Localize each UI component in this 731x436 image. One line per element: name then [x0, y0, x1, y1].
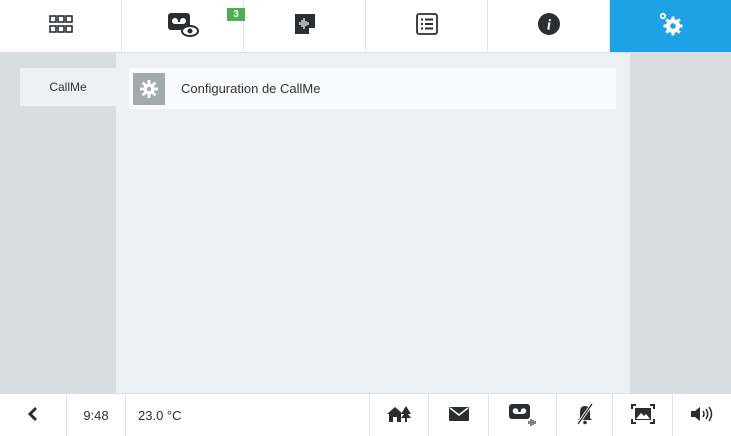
sidebar-item-callme[interactable]: CallMe: [20, 68, 116, 106]
settings-gear-icon: [658, 11, 684, 42]
voicemail-audio-button[interactable]: [489, 394, 557, 436]
speaker-icon: [690, 406, 714, 425]
unread-count-badge: 3: [227, 8, 245, 21]
tab-voicemail-messages[interactable]: 3: [122, 0, 245, 52]
list-icon: [415, 12, 438, 40]
voicemail-view-icon: [166, 10, 200, 43]
mail-icon: [448, 406, 469, 424]
status-bar: 9:48 23.0 °C: [0, 393, 731, 436]
volume-button[interactable]: [673, 394, 731, 436]
mute-button[interactable]: [557, 394, 613, 436]
gear-icon: [133, 72, 165, 105]
home-scene-icon: [386, 405, 412, 426]
top-nav-bar: 3 i: [0, 0, 731, 53]
tab-apps[interactable]: [0, 0, 122, 52]
clock-time: 9:48: [67, 394, 126, 436]
back-button[interactable]: [0, 394, 67, 436]
left-sidebar: CallMe: [0, 53, 116, 393]
grid-icon: [48, 14, 73, 38]
tab-info[interactable]: i: [488, 0, 610, 52]
tab-audio-messages[interactable]: [244, 0, 366, 52]
mute-icon: [575, 402, 595, 428]
tab-list[interactable]: [366, 0, 488, 52]
main-content: Configuration de CallMe: [116, 53, 630, 393]
mail-button[interactable]: [429, 394, 489, 436]
back-arrow-icon: [27, 406, 39, 425]
list-item-label: Configuration de CallMe: [181, 81, 321, 96]
picture-frame-icon: [630, 403, 655, 427]
sidebar-item-label: CallMe: [49, 80, 87, 94]
tab-settings[interactable]: [610, 0, 731, 52]
temperature-readout: 23.0 °C: [138, 407, 182, 423]
info-icon: i: [537, 12, 561, 41]
picture-frame-button[interactable]: [613, 394, 673, 436]
right-panel: [630, 53, 731, 393]
list-item-callme-config[interactable]: Configuration de CallMe: [129, 68, 616, 109]
audio-message-icon: [294, 13, 316, 40]
home-scene-button[interactable]: [369, 394, 429, 436]
voicemail-audio-icon: [508, 402, 538, 429]
